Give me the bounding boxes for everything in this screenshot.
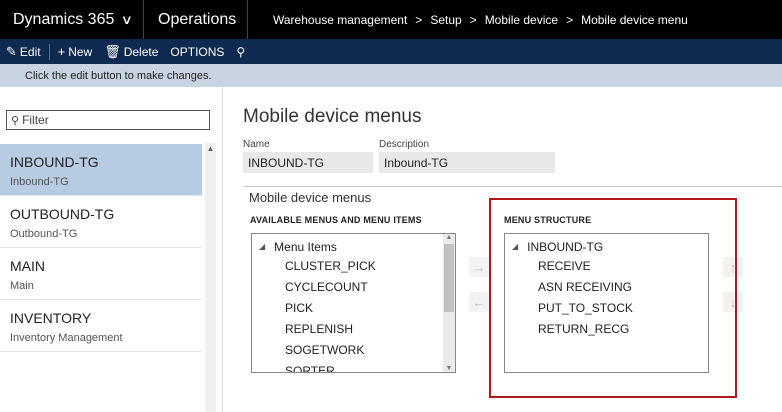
available-menus-tree[interactable]: ◢ Menu Items CLUSTER_PICK CYCLECOUNT PIC… (251, 233, 456, 373)
options-label: OPTIONS (170, 44, 225, 59)
brand-label: Dynamics 365 (13, 10, 115, 28)
list-item-subtitle: Inbound-TG (10, 176, 69, 188)
tree-item[interactable]: REPLENISH (252, 318, 455, 339)
search-button[interactable]: ⚲ (230, 39, 251, 64)
top-navigation-bar: Dynamics 365 ∨ Operations Warehouse mana… (0, 0, 782, 39)
list-item-title: INBOUND-TG (10, 154, 99, 170)
action-pane: ✎ Edit + New 🗑 Delete OPTIONS ⚲ (0, 39, 782, 64)
move-right-button[interactable]: → (469, 257, 489, 277)
list-item[interactable]: OUTBOUND-TG Outbound-TG (0, 196, 202, 248)
list-item-title: MAIN (10, 258, 45, 274)
scroll-down-icon[interactable]: ▼ (443, 365, 455, 372)
breadcrumb-warehouse-management[interactable]: Warehouse management (273, 13, 407, 27)
filter-input[interactable]: ⚲ Filter (6, 110, 210, 130)
edit-label: Edit (19, 44, 41, 59)
chevron-right-icon: > (566, 12, 574, 27)
tree-item[interactable]: SOGETWORK (252, 339, 455, 360)
breadcrumb-setup[interactable]: Setup (430, 13, 461, 27)
new-label: New (68, 44, 93, 59)
chevron-right-icon: > (469, 12, 477, 27)
list-item-title: INVENTORY (10, 310, 92, 326)
breadcrumb-mobile-device[interactable]: Mobile device (485, 13, 558, 27)
tree-item[interactable]: PICK (252, 297, 455, 318)
expand-triangle-icon[interactable]: ◢ (259, 242, 265, 251)
scroll-up-icon[interactable]: ▲ (205, 144, 216, 153)
search-icon: ⚲ (11, 114, 20, 127)
chevron-down-icon: ∨ (120, 11, 134, 27)
list-item[interactable]: INVENTORY Inventory Management (0, 300, 202, 352)
tree-item[interactable]: SORTER (252, 360, 455, 373)
info-message-bar: Click the edit button to make changes. (0, 64, 782, 87)
delete-label: Delete (123, 44, 159, 59)
chevron-right-icon: > (415, 12, 423, 27)
scroll-up-icon[interactable]: ▲ (443, 234, 455, 241)
tree-item[interactable]: CLUSTER_PICK (252, 255, 455, 276)
tree-item[interactable]: CYCLECOUNT (252, 276, 455, 297)
pencil-icon: ✎ (6, 43, 17, 59)
action-divider (48, 43, 50, 60)
search-icon: ⚲ (236, 44, 246, 59)
highlight-annotation (489, 198, 737, 398)
list-item-subtitle: Inventory Management (10, 332, 123, 344)
name-label: Name (243, 139, 270, 150)
plus-icon: + (57, 44, 66, 59)
list-pane: ⚲ Filter INBOUND-TG Inbound-TG OUTBOUND-… (0, 87, 222, 412)
trash-icon: 🗑 (104, 43, 121, 59)
list-item[interactable]: MAIN Main (0, 248, 202, 300)
list-item-subtitle: Outbound-TG (10, 228, 78, 240)
tree-node-label: Menu Items (274, 239, 337, 254)
description-label: Description (379, 139, 430, 150)
list-scrollbar[interactable]: ▲ (205, 143, 216, 412)
edit-button[interactable]: ✎ Edit (0, 39, 47, 64)
section-header[interactable]: Mobile device menus (249, 190, 371, 205)
new-button[interactable]: + New (52, 39, 99, 64)
filter-placeholder: Filter (22, 113, 49, 127)
page-title: Mobile device menus (243, 106, 422, 127)
breadcrumb-mobile-device-menu[interactable]: Mobile device menu (581, 13, 688, 27)
breadcrumb: Warehouse management > Setup > Mobile de… (273, 0, 688, 39)
delete-button[interactable]: 🗑 Delete (98, 39, 164, 64)
arrow-left-icon: ← (472, 294, 486, 310)
list-item-title: OUTBOUND-TG (10, 206, 115, 222)
move-left-button[interactable]: ← (469, 292, 489, 312)
list-item[interactable]: INBOUND-TG Inbound-TG (0, 144, 202, 196)
tree-node-root[interactable]: ◢ Menu Items (252, 234, 455, 255)
record-list: INBOUND-TG Inbound-TG OUTBOUND-TG Outbou… (0, 144, 202, 352)
available-menus-header: AVAILABLE MENUS AND MENU ITEMS (250, 215, 422, 225)
app-switcher[interactable]: Dynamics 365 ∨ (0, 0, 143, 39)
list-item-subtitle: Main (10, 280, 34, 292)
scrollbar-thumb[interactable] (444, 244, 454, 312)
module-label[interactable]: Operations (143, 0, 248, 39)
description-field[interactable]: Inbound-TG (379, 152, 555, 173)
name-field[interactable]: INBOUND-TG (243, 152, 373, 173)
options-button[interactable]: OPTIONS (164, 39, 230, 64)
tree-scrollbar[interactable]: ▲ ▼ (443, 234, 455, 372)
arrow-right-icon: → (472, 259, 486, 275)
section-divider (243, 186, 782, 187)
